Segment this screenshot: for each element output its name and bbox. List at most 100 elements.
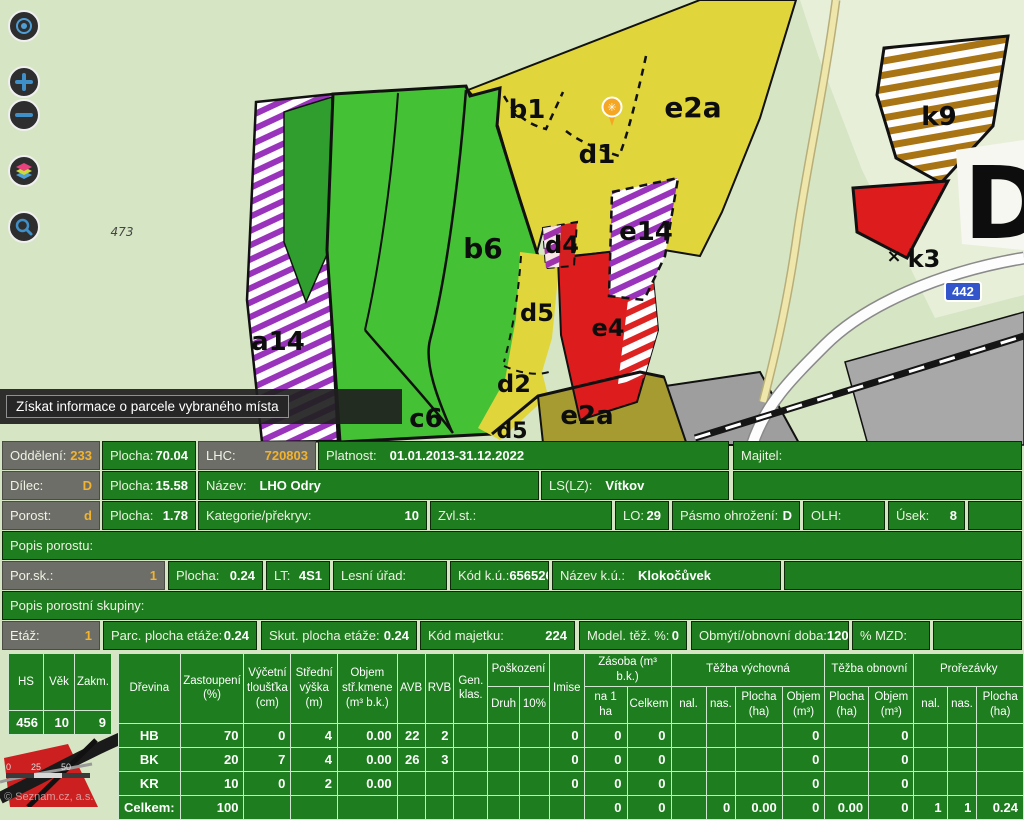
table-cell: [705, 770, 737, 796]
map-tooltip: Získat informace o parcele vybraného mís…: [6, 395, 289, 418]
header-cell: Gen. klas.: [453, 653, 489, 724]
map-label-d5: d5: [520, 299, 554, 327]
zoom-out-icon: [15, 113, 33, 117]
table-cell: 0: [626, 794, 672, 820]
header-group-cell: Těžba obnovní: [824, 653, 915, 687]
table-cell: [824, 722, 870, 748]
field-kategorie: Kategorie/překryv: 10: [198, 501, 427, 530]
layers-button[interactable]: [8, 155, 40, 187]
table-cell: 0.00: [336, 770, 398, 796]
map-label-d4: d4: [545, 231, 579, 259]
header-group-cell: Prořezávky: [913, 653, 1024, 687]
table-cell: 456: [8, 710, 44, 735]
header-cell: RVB: [424, 653, 455, 724]
field-majitel: Majitel:: [733, 441, 1022, 470]
field-zvlst: Zvl.st.:: [430, 501, 612, 530]
table-cell: 3: [424, 746, 455, 772]
header-group-cell: Těžba výchovná: [670, 653, 826, 687]
field-lhc: LHC: 720803: [198, 441, 316, 470]
map-label-k3: k3: [908, 245, 941, 273]
table-cell: 2: [424, 722, 455, 748]
map-label-d2: d2: [497, 370, 531, 398]
header-group-cell: Poškození: [487, 653, 550, 687]
table-cell: [735, 722, 783, 748]
table-cell: 100: [179, 794, 245, 820]
table-cell: 0: [583, 746, 628, 772]
table-cell: 0: [243, 722, 292, 748]
header-group-cell: Zásoba (m³ b.k.): [583, 653, 672, 687]
table-cell: 0: [626, 746, 672, 772]
map-label-e14: e14: [619, 217, 673, 247]
table-cell: [487, 794, 520, 820]
field-pasmo: Pásmo ohrožení: D: [672, 501, 800, 530]
field-obmyti: Obmýtí/obnovní doba:120/40: [691, 621, 849, 650]
table-cell: [548, 794, 585, 820]
header-cell: na 1 ha: [583, 685, 628, 724]
map-label-c6: c6: [409, 404, 443, 434]
table-row: HB 70 0 4 0.00 22 2 0 0 0 0 0: [118, 722, 1024, 748]
table-cell: [487, 770, 520, 796]
field-porsk: Por.sk.: 1: [2, 561, 165, 590]
header-cell: HS: [8, 653, 44, 711]
table-cell: [243, 794, 292, 820]
table-cell: [913, 722, 948, 748]
field-nazev: Název: LHO Odry: [198, 471, 539, 500]
table-cell: 0: [705, 794, 737, 820]
panel-spacer: [933, 621, 1022, 650]
table-cell: 10: [179, 770, 245, 796]
table-cell: [519, 746, 550, 772]
table-cell: [424, 794, 455, 820]
field-lslz: LS(LZ): Vítkov: [541, 471, 729, 500]
header-cell: Celkem: [626, 685, 672, 724]
table-cell: [946, 746, 978, 772]
header-cell: nal.: [670, 685, 707, 724]
search-button[interactable]: [8, 211, 40, 243]
table-cell: 0.24: [976, 794, 1024, 820]
field-popis-porostu: Popis porostu:: [2, 531, 1022, 560]
field-plocha-porsk: Plocha: 0.24: [168, 561, 263, 590]
table-cell: 0: [781, 794, 826, 820]
zoom-out-button[interactable]: [8, 99, 40, 131]
table-cell: [453, 722, 489, 748]
table-cell: [453, 746, 489, 772]
field-etaz: Etáž: 1: [2, 621, 100, 650]
header-cell: Objem stř.kmene (m³ b.k.): [336, 653, 398, 724]
map-label-k9: k9: [921, 102, 956, 132]
map-label-a14: a14: [251, 327, 305, 357]
table-row: KR 10 0 2 0.00 0 0 0 0 0: [118, 770, 1024, 796]
field-lt: LT: 4S1: [266, 561, 330, 590]
header-cell: nas.: [705, 685, 737, 724]
panel-spacer: [784, 561, 1022, 590]
map-label-big-d: D: [963, 145, 1024, 262]
table-cell: 2: [290, 770, 338, 796]
table-cell: [487, 746, 520, 772]
header-cell: nas.: [946, 685, 978, 724]
table-cell: 0: [583, 794, 628, 820]
table-row: BK 20 7 4 0.00 26 3 0 0 0 0 0: [118, 746, 1024, 772]
locate-button[interactable]: [8, 10, 40, 42]
field-model-tez: Model. těž. %: 0: [579, 621, 687, 650]
table-cell: 9: [74, 710, 112, 735]
route-shield: 442: [944, 281, 982, 302]
header-cell: 10%: [519, 685, 550, 724]
table-cell: 0.00: [735, 794, 783, 820]
zoom-in-button[interactable]: [8, 66, 40, 98]
map-label-x-mark: ×: [886, 246, 901, 267]
table-cell: 0: [583, 770, 628, 796]
table-cell: [487, 722, 520, 748]
table-cell: [913, 770, 948, 796]
header-cell: Střední výška (m): [290, 653, 338, 724]
table-cell: 0: [583, 722, 628, 748]
table-cell: [976, 770, 1024, 796]
table-cell: Celkem:: [118, 794, 181, 820]
table-cell: 0: [868, 770, 915, 796]
map-label-e2a-bottom: e2a: [560, 401, 613, 431]
table-cell: 26: [396, 746, 426, 772]
table-cell: 7: [243, 746, 292, 772]
map-label-elev-473: 473: [111, 225, 134, 239]
table-cell: [976, 722, 1024, 748]
header-cell: Druh: [487, 685, 520, 724]
header-cell: Zastoupení (%): [179, 653, 245, 724]
table-total-row: Celkem: 100 0 0 0 0.00 0 0.00 0 1 1 0.24: [118, 794, 1024, 820]
table-cell: [519, 722, 550, 748]
